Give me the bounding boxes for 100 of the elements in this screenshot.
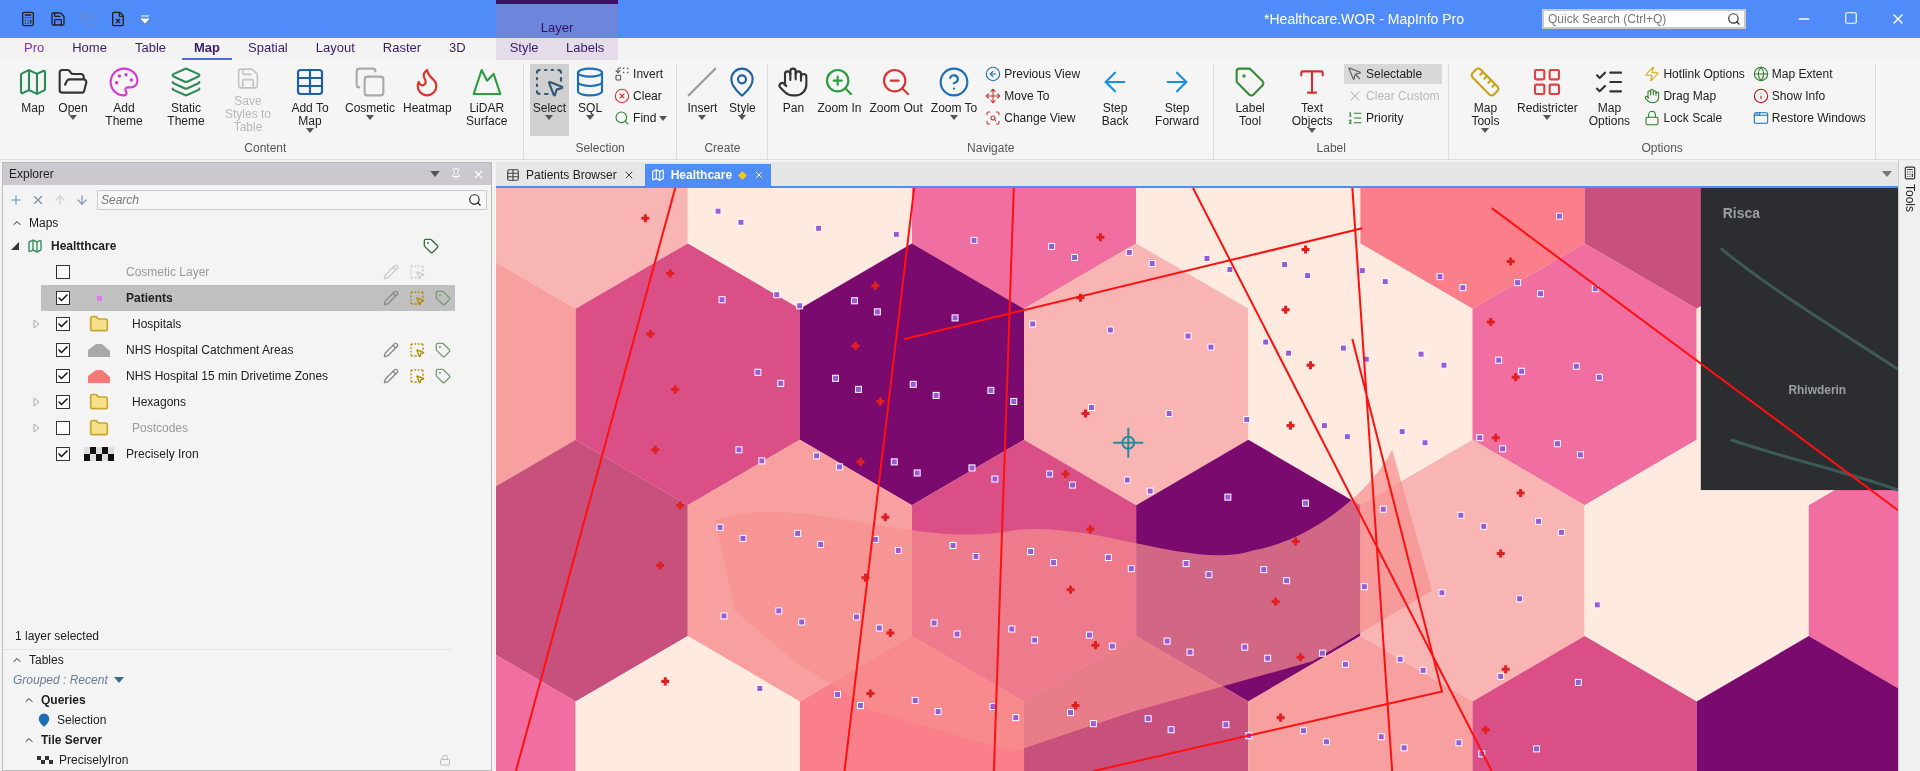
- ribbon-button[interactable]: Zoom Out: [866, 64, 926, 136]
- pin-icon[interactable]: [450, 168, 462, 180]
- layer-name[interactable]: NHS Hospital 15 min Drivetime Zones: [126, 369, 329, 383]
- ribbon-button[interactable]: Map Tools: [1455, 64, 1516, 136]
- remove-icon[interactable]: [31, 193, 45, 207]
- ribbon-button[interactable]: Drag Map: [1641, 86, 1748, 106]
- checkbox[interactable]: [56, 291, 70, 305]
- group-label: Create: [703, 141, 742, 157]
- close-table-icon[interactable]: [110, 11, 126, 27]
- checkbox[interactable]: [56, 447, 70, 461]
- grouping-dropdown[interactable]: Grouped : Recent: [3, 670, 491, 690]
- ribbon-button[interactable]: Find: [611, 108, 671, 128]
- ribbon-button[interactable]: Change View: [982, 108, 1084, 128]
- ribbon-button[interactable]: Pan: [774, 64, 813, 136]
- ribbon-button[interactable]: Lock Scale: [1641, 108, 1748, 128]
- ribbon-button[interactable]: Invert: [611, 64, 671, 84]
- ribbon-tab[interactable]: Pro: [12, 40, 57, 60]
- search-field[interactable]: Search: [97, 190, 487, 210]
- ribbon-button[interactable]: Insert: [683, 64, 722, 136]
- ribbon-button[interactable]: Map Extent: [1749, 64, 1869, 84]
- ribbon-button[interactable]: Text Objects: [1282, 64, 1343, 136]
- ribbon-tab[interactable]: 3D: [437, 40, 478, 60]
- dropdown-icon[interactable]: [1882, 171, 1892, 177]
- label-icon[interactable]: [423, 238, 439, 254]
- ribbon-button[interactable]: Map: [14, 64, 52, 136]
- pencil-icon[interactable]: [383, 342, 399, 358]
- selectable-icon[interactable]: [409, 342, 425, 358]
- table-name[interactable]: PreciselyIron: [59, 753, 129, 767]
- checkbox[interactable]: [56, 317, 70, 331]
- ribbon-button[interactable]: Step Forward: [1147, 64, 1208, 136]
- map-name[interactable]: Healtthcare: [51, 239, 117, 253]
- layer-row[interactable]: Patients: [41, 285, 455, 311]
- maximize-icon[interactable]: [1844, 11, 1858, 25]
- ribbon-button[interactable]: Cosmetic: [342, 64, 398, 136]
- ribbon-button[interactable]: Previous View: [982, 64, 1084, 84]
- ribbon-button[interactable]: Label Tool: [1220, 64, 1281, 136]
- layer-name[interactable]: NHS Hospital Catchment Areas: [126, 343, 294, 357]
- ribbon-button[interactable]: Show Info: [1749, 86, 1869, 106]
- ribbon-button[interactable]: Style: [723, 64, 762, 136]
- pencil-icon[interactable]: [383, 368, 399, 384]
- tools-icon[interactable]: [1902, 166, 1917, 180]
- ribbon-tab[interactable]: Layout: [303, 40, 367, 60]
- search-icon[interactable]: [468, 193, 482, 207]
- point-icon: [96, 295, 102, 301]
- add-icon[interactable]: [9, 193, 23, 207]
- ribbon-button[interactable]: SQL: [571, 64, 610, 136]
- label-icon[interactable]: [435, 368, 451, 384]
- expand-icon[interactable]: [11, 242, 19, 250]
- checkbox[interactable]: [56, 421, 70, 435]
- ribbon-button[interactable]: Redistricter: [1517, 64, 1578, 136]
- ribbon-tab[interactable]: Raster: [370, 40, 434, 60]
- ribbon-button[interactable]: Open: [54, 64, 92, 136]
- layer-name[interactable]: Patients: [126, 291, 173, 305]
- selectable-icon[interactable]: [409, 368, 425, 384]
- layer-name[interactable]: Hospitals: [132, 317, 182, 331]
- checkbox[interactable]: [56, 343, 70, 357]
- ribbon-button[interactable]: Zoom To: [927, 64, 981, 136]
- save-icon[interactable]: [50, 11, 66, 27]
- ribbon-button[interactable]: Priority: [1344, 108, 1443, 128]
- label-icon[interactable]: [435, 342, 451, 358]
- ribbon-button[interactable]: Select: [529, 64, 570, 136]
- ribbon-tab[interactable]: Table: [122, 40, 178, 60]
- window-title: *Healthcare.WOR - MapInfo Pro: [1264, 11, 1464, 27]
- ribbon-button[interactable]: Hotlink Options: [1641, 64, 1748, 84]
- ribbon-button[interactable]: Map Options: [1579, 64, 1640, 136]
- ribbon-button[interactable]: Add Theme: [94, 64, 154, 136]
- document-tab[interactable]: Patients Browser: [500, 164, 641, 186]
- pencil-icon[interactable]: [383, 290, 399, 306]
- table-name[interactable]: Selection: [57, 713, 107, 727]
- ribbon-tab[interactable]: Labels: [554, 40, 617, 60]
- ribbon-button[interactable]: Static Theme: [156, 64, 216, 136]
- layer-name[interactable]: Precisely Iron: [126, 447, 199, 461]
- ribbon-button[interactable]: Clear: [611, 86, 671, 106]
- ribbon-button[interactable]: Heatmap: [400, 64, 455, 136]
- selectable-icon[interactable]: [409, 290, 425, 306]
- ribbon-tab[interactable]: Home: [60, 40, 119, 60]
- ribbon-button[interactable]: LiDAR Surface: [456, 64, 517, 136]
- ribbon-tab[interactable]: Style: [497, 40, 551, 60]
- line-icon: [686, 66, 719, 98]
- checkbox[interactable]: [56, 265, 70, 279]
- map-icon: [650, 168, 665, 182]
- hand-icon: [777, 66, 810, 98]
- search-icon[interactable]: [1727, 12, 1741, 26]
- move-down-icon[interactable]: [75, 193, 89, 207]
- checkbox[interactable]: [56, 395, 70, 409]
- quick-search-field[interactable]: Quick Search (Ctrl+Q): [1542, 9, 1746, 29]
- checkbox[interactable]: [56, 369, 70, 383]
- ribbon-button[interactable]: Add To Map: [280, 64, 340, 136]
- ribbon-button[interactable]: Step Back: [1085, 64, 1146, 136]
- ribbon-button[interactable]: Restore Windows: [1749, 108, 1869, 128]
- ribbon-button[interactable]: Selectable: [1344, 64, 1443, 84]
- ribbon-button[interactable]: Move To: [982, 86, 1084, 106]
- dropdown-icon[interactable]: [140, 15, 150, 23]
- ribbon-button[interactable]: Zoom In: [814, 64, 865, 136]
- invert-icon: [614, 66, 631, 82]
- tools-tab[interactable]: Tools: [1902, 184, 1917, 212]
- layer-name[interactable]: Hexagons: [132, 395, 187, 409]
- ribbon-tab[interactable]: Spatial: [236, 40, 300, 60]
- question-icon: [938, 66, 971, 98]
- folder-icon: [89, 392, 109, 412]
